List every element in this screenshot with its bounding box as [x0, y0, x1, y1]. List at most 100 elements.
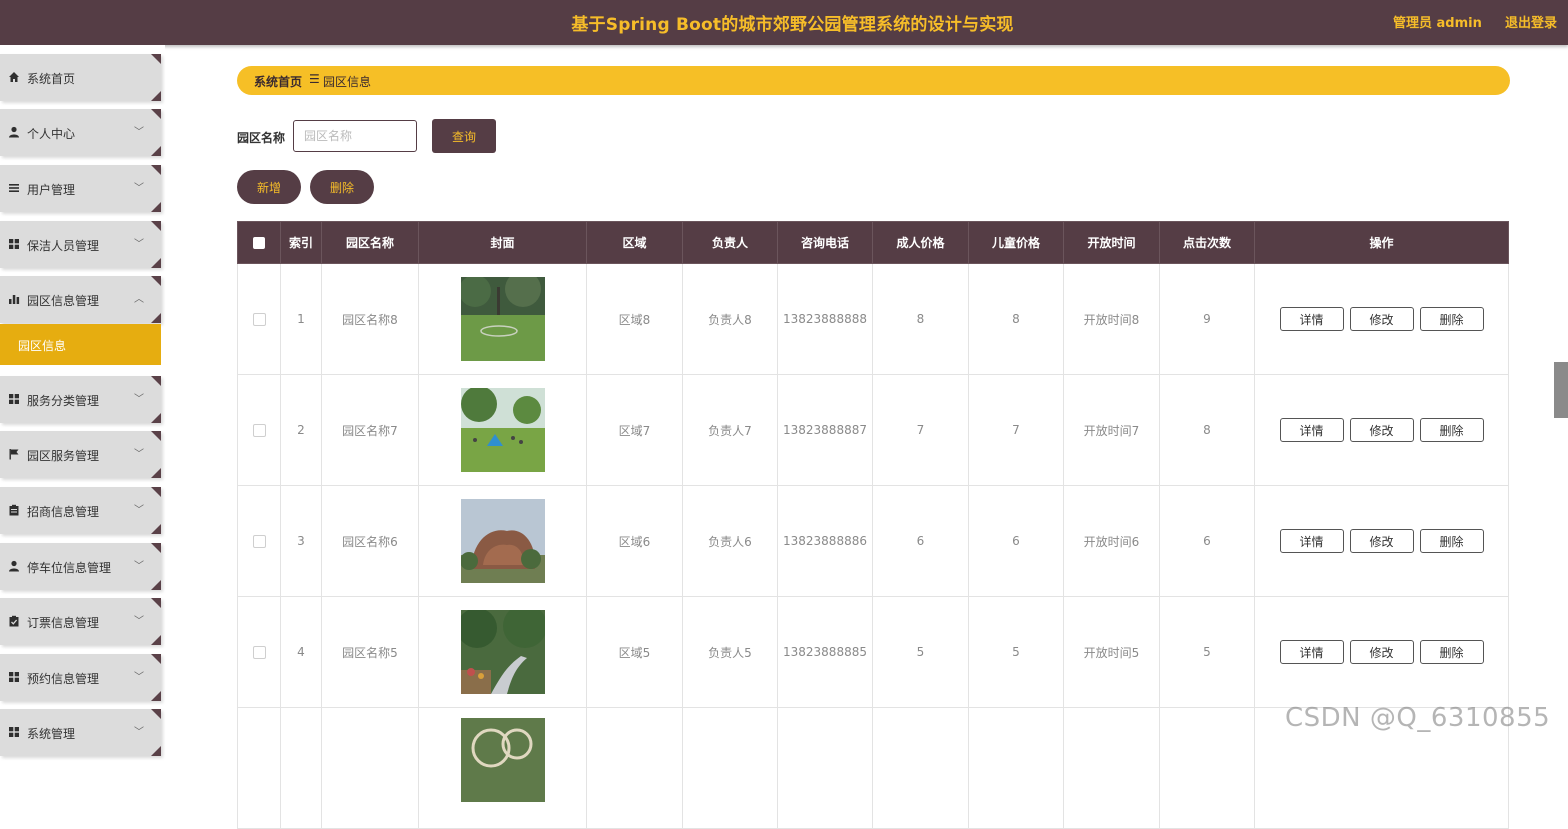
top-header: 基于Spring Boot的城市郊野公园管理系统的设计与实现 管理员 admin…: [0, 0, 1568, 45]
sidebar-item-label: 系统管理: [27, 727, 76, 741]
open-time-cell: 开放时间7: [1063, 374, 1160, 486]
row-delete-button[interactable]: 删除: [1419, 307, 1484, 331]
click-count-cell: [1159, 707, 1255, 829]
sidebar-item-park-info[interactable]: 园区信息管理 ︿: [0, 276, 161, 323]
row-checkbox[interactable]: [252, 313, 266, 326]
bar-chart-icon: [8, 293, 20, 305]
open-time-cell: [1063, 707, 1160, 829]
park-name-cell: [321, 707, 419, 829]
query-button[interactable]: 查询: [432, 119, 496, 153]
row-index: 4: [280, 596, 322, 708]
detail-button[interactable]: 详情: [1279, 418, 1344, 442]
cover-cell: [418, 263, 587, 375]
manager-cell: [682, 707, 778, 829]
breadcrumb: 系统首页 ☰ 园区信息: [237, 66, 1510, 95]
chevron-up-icon: ︿: [134, 294, 144, 305]
sidebar-item-users[interactable]: 用户管理 ﹀: [0, 165, 161, 212]
adult-price-cell: 7: [872, 374, 969, 486]
manager-cell: 负责人6: [682, 485, 778, 597]
edit-button[interactable]: 修改: [1349, 640, 1414, 664]
batch-delete-button[interactable]: 删除: [310, 170, 374, 204]
click-count-cell: 6: [1159, 485, 1255, 597]
sidebar-item-label: 订票信息管理: [27, 616, 100, 630]
page-scrollbar-thumb[interactable]: [1554, 362, 1568, 418]
search-input[interactable]: [293, 120, 417, 152]
list-icon: [8, 182, 20, 194]
phone-cell: 13823888887: [777, 374, 873, 486]
click-count-cell: 8: [1159, 374, 1255, 486]
area-cell: 区域7: [586, 374, 683, 486]
operation-cell: 详情 修改 删除: [1254, 596, 1509, 708]
sidebar-item-tickets[interactable]: 订票信息管理 ﹀: [0, 598, 161, 645]
sidebar-item-reservations[interactable]: 预约信息管理 ﹀: [0, 654, 161, 701]
chevron-down-icon: ﹀: [134, 616, 144, 627]
chevron-down-icon: ﹀: [134, 183, 144, 194]
add-button[interactable]: 新增: [237, 170, 301, 204]
park-name-cell: 园区名称5: [321, 596, 419, 708]
app-title: 基于Spring Boot的城市郊野公园管理系统的设计与实现: [571, 15, 1014, 35]
detail-button[interactable]: 详情: [1279, 307, 1344, 331]
adult-price-cell: 6: [872, 485, 969, 597]
phone-cell: 13823888885: [777, 596, 873, 708]
select-all-header[interactable]: [237, 221, 281, 264]
row-checkbox[interactable]: [252, 424, 266, 437]
park-cover-image: [460, 499, 545, 583]
sidebar-item-park-service[interactable]: 园区服务管理 ﹀: [0, 431, 161, 478]
grid-icon: [8, 393, 20, 405]
detail-button[interactable]: 详情: [1279, 640, 1344, 664]
row-checkbox[interactable]: [252, 535, 266, 548]
row-delete-button[interactable]: 删除: [1419, 640, 1484, 664]
sidebar-item-service-category[interactable]: 服务分类管理 ﹀: [0, 376, 161, 423]
csdn-watermark: CSDN @Q_6310855: [1285, 703, 1551, 733]
cover-cell: [418, 707, 587, 829]
column-header: 开放时间: [1063, 221, 1160, 264]
detail-button[interactable]: 详情: [1279, 529, 1344, 553]
chevron-down-icon: ﹀: [134, 394, 144, 405]
park-info-table: 索引 园区名称 封面 区域 负责人 咨询电话 成人价格 儿童价格 开放时间 点击…: [237, 221, 1509, 829]
park-cover-image: [460, 610, 545, 694]
sidebar-subitem-park-info[interactable]: 园区信息: [0, 324, 161, 365]
manager-cell: 负责人5: [682, 596, 778, 708]
sidebar-item-parking[interactable]: 停车位信息管理 ﹀: [0, 543, 161, 590]
row-index: 1: [280, 263, 322, 375]
sidebar-item-label: 预约信息管理: [27, 672, 100, 686]
column-header: 咨询电话: [777, 221, 873, 264]
column-header: 区域: [586, 221, 683, 264]
chevron-down-icon: ﹀: [134, 727, 144, 738]
breadcrumb-home[interactable]: 系统首页: [254, 73, 302, 90]
select-all-checkbox[interactable]: [253, 237, 265, 249]
child-price-cell: [968, 707, 1064, 829]
sidebar-item-label: 系统首页: [27, 72, 76, 86]
table-row: 3 园区名称6 区域6 负责人6 13823888886 6 6 开放时间6 6…: [237, 485, 1509, 597]
sidebar-item-cleaners[interactable]: 保洁人员管理 ﹀: [0, 221, 161, 268]
phone-cell: 13823888888: [777, 263, 873, 375]
row-index: 2: [280, 374, 322, 486]
edit-button[interactable]: 修改: [1349, 307, 1414, 331]
row-delete-button[interactable]: 删除: [1419, 529, 1484, 553]
search-label: 园区名称: [237, 131, 286, 145]
click-count-cell: 9: [1159, 263, 1255, 375]
row-checkbox[interactable]: [252, 646, 266, 659]
column-header: 点击次数: [1159, 221, 1255, 264]
operation-cell: 详情 修改 删除: [1254, 263, 1509, 375]
row-delete-button[interactable]: 删除: [1419, 418, 1484, 442]
edit-button[interactable]: 修改: [1349, 529, 1414, 553]
sidebar-item-system[interactable]: 系统管理 ﹀: [0, 709, 161, 756]
edit-button[interactable]: 修改: [1349, 418, 1414, 442]
table-row: 1 园区名称8 区域8 负责人8 13823888888 8 8 开放时间8 9…: [237, 263, 1509, 375]
manager-cell: 负责人7: [682, 374, 778, 486]
chevron-down-icon: ﹀: [134, 505, 144, 516]
flag-icon: [8, 448, 20, 460]
sidebar-item-investment[interactable]: 招商信息管理 ﹀: [0, 487, 161, 534]
sidebar-item-profile[interactable]: 个人中心 ﹀: [0, 109, 161, 156]
breadcrumb-separator-icon: ☰: [309, 72, 320, 86]
row-index: 3: [280, 485, 322, 597]
park-cover-image: [460, 388, 545, 472]
sidebar-item-home[interactable]: 系统首页: [0, 54, 161, 101]
child-price-cell: 8: [968, 263, 1064, 375]
user-icon: [8, 560, 20, 572]
clipboard-icon: [8, 504, 20, 516]
logout-link[interactable]: 退出登录: [1505, 12, 1557, 31]
park-name-cell: 园区名称7: [321, 374, 419, 486]
table-header-row: 索引 园区名称 封面 区域 负责人 咨询电话 成人价格 儿童价格 开放时间 点击…: [237, 221, 1509, 264]
